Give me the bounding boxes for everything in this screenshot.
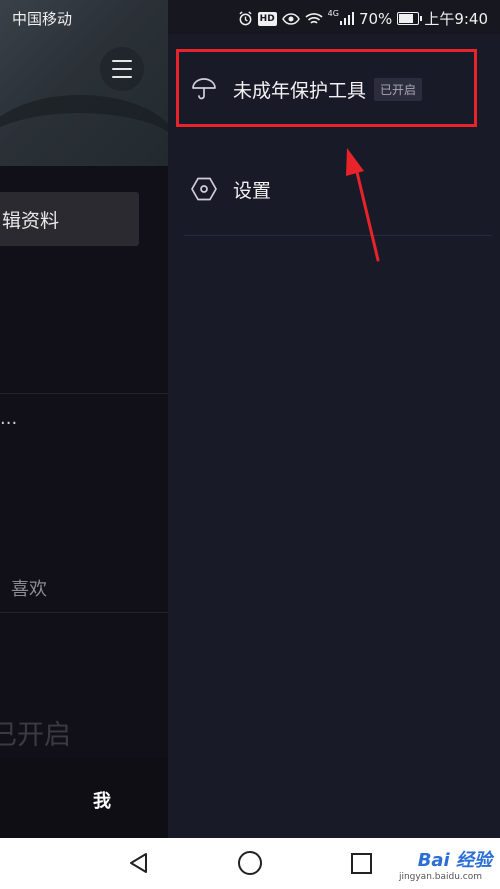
watermark-brand: Bai 经验 — [417, 850, 492, 871]
annotation-arrow — [346, 148, 380, 262]
home-icon[interactable] — [238, 851, 262, 875]
watermark-url: jingyan.baidu.com — [398, 872, 482, 882]
system-nav-bar: Bai 经验 jingyan.baidu.com — [0, 838, 500, 889]
baidu-watermark: Bai 经验 jingyan.baidu.com — [399, 846, 492, 882]
recent-apps-icon[interactable] — [351, 853, 372, 874]
back-icon[interactable] — [128, 852, 148, 874]
